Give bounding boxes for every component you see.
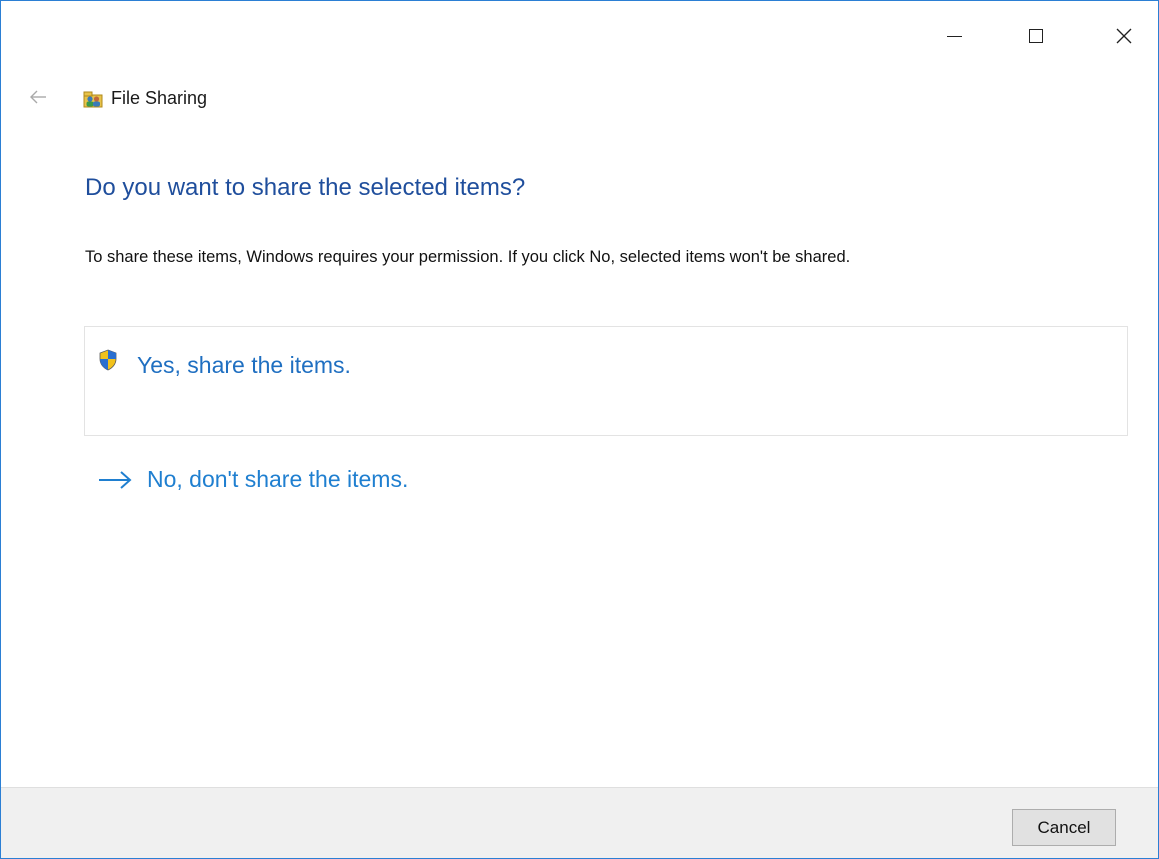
back-button[interactable] — [27, 87, 49, 107]
close-button[interactable] — [1101, 1, 1147, 71]
minimize-icon — [946, 35, 962, 37]
dialog-title-row: File Sharing — [83, 86, 207, 110]
arrow-right-icon — [99, 471, 132, 489]
yes-share-items-label: Yes, share the items. — [137, 352, 351, 378]
minimize-button[interactable] — [931, 1, 977, 71]
close-icon — [1116, 28, 1132, 44]
uac-shield-icon — [99, 349, 117, 371]
no-share-items-label: No, don't share the items. — [147, 466, 409, 492]
maximize-button[interactable] — [1013, 1, 1059, 71]
yes-share-items-option[interactable]: Yes, share the items. — [84, 326, 1128, 436]
file-sharing-icon — [83, 91, 103, 108]
dialog-footer: Cancel — [1, 787, 1158, 858]
description-text: To share these items, Windows requires y… — [85, 248, 851, 266]
dialog-title: File Sharing — [111, 87, 208, 108]
no-share-items-option[interactable]: No, don't share the items. — [84, 461, 534, 501]
cancel-button[interactable]: Cancel — [1012, 809, 1116, 846]
file-sharing-dialog: File Sharing Do you want to share the se… — [0, 0, 1159, 859]
back-arrow-icon — [30, 90, 46, 104]
main-instruction-heading: Do you want to share the selected items? — [85, 174, 526, 201]
maximize-icon — [1029, 29, 1043, 43]
